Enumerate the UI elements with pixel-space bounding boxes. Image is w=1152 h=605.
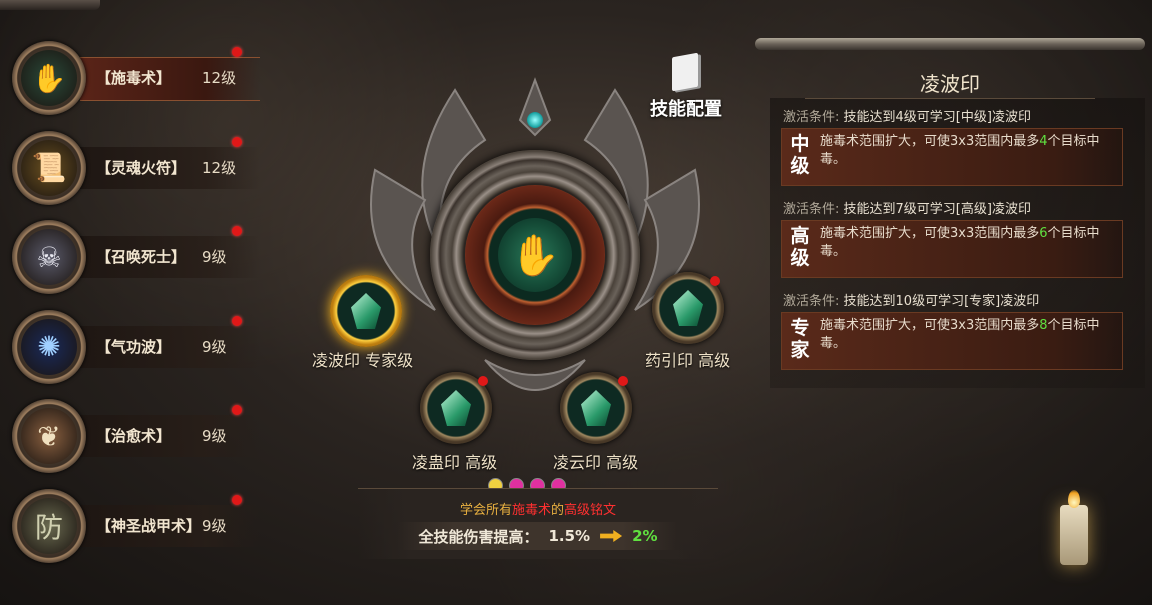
learn-suffix: 高级铭文 <box>564 503 617 518</box>
skill-name: 【施毒术】 <box>96 69 172 87</box>
skill-item[interactable]: ✺ 【气功波】 9级 <box>12 309 260 384</box>
tier-badge: 中级 <box>790 133 810 177</box>
red-dot-indicator <box>232 226 242 236</box>
skill-level: 12级 <box>202 69 237 87</box>
activation-condition: 激活条件: 技能达到10级可学习[专家]凌波印 <box>783 290 1039 309</box>
skill-level: 9级 <box>202 516 227 535</box>
condition-key: 激活条件: <box>783 110 840 125</box>
tier-card: 高级 施毒术范围扩大，可使3x3范围内最多6个目标中毒。 <box>781 220 1123 278</box>
tier-card: 中级 施毒术范围扩大，可使3x3范围内最多4个目标中毒。 <box>781 128 1123 186</box>
desc-pre: 施毒术范围扩大，可使3x3范围内最多 <box>820 226 1040 241</box>
skill-level: 12级 <box>202 158 237 177</box>
desc-pre: 施毒术范围扩大，可使3x3范围内最多 <box>820 318 1040 333</box>
activation-condition: 激活条件: 技能达到4级可学习[中级]凌波印 <box>783 106 1031 125</box>
node-lingbo-label: 凌波印 专家级 <box>312 351 414 370</box>
inscription-detail-panel: 凌波印 激活条件: 技能达到4级可学习[中级]凌波印 中级 施毒术范围扩大，可使3x… <box>755 38 1145 388</box>
skill-level: 9级 <box>202 337 227 356</box>
panel-title: 凌波印 <box>920 72 980 96</box>
red-dot-indicator <box>618 376 628 386</box>
red-dot-indicator <box>710 276 720 286</box>
node-yaoyin-label: 药引印 高级 <box>645 351 731 370</box>
skill-config-label: 技能配置 <box>650 99 722 120</box>
node-lingyun[interactable] <box>560 372 632 444</box>
tier-description: 施毒术范围扩大，可使3x3范围内最多6个目标中毒。 <box>820 225 1120 261</box>
talisman-icon: 📜 <box>21 139 77 196</box>
learn-skill-name: 施毒术 <box>511 503 551 518</box>
node-linggu[interactable] <box>420 372 492 444</box>
candle-flame <box>1068 490 1080 508</box>
target-count: 8 <box>1039 318 1048 333</box>
skeleton-icon: ☠ <box>21 229 77 285</box>
target-count: 4 <box>1039 134 1048 149</box>
red-dot-indicator <box>232 136 242 147</box>
skill-name: 【灵魂火符】 <box>96 158 187 177</box>
red-dot-indicator <box>232 47 242 57</box>
book-icon <box>672 52 698 92</box>
skill-name: 【召唤死士】 <box>96 248 187 266</box>
skill-item[interactable]: ❦ 【治愈术】 9级 <box>12 399 260 473</box>
energy-wave-icon: ✺ <box>21 318 77 375</box>
skill-config-button[interactable]: 技能配置 <box>650 52 740 125</box>
node-lingyun-label: 凌云印 高级 <box>553 453 639 472</box>
emblem-top-gem <box>527 112 543 128</box>
red-dot-indicator <box>232 494 242 505</box>
node-lingbo[interactable] <box>330 275 402 347</box>
scroll-rod <box>755 38 1145 50</box>
tier-description: 施毒术范围扩大，可使3x3范围内最多4个目标中毒。 <box>820 133 1120 169</box>
tier-description: 施毒术范围扩大，可使3x3范围内最多8个目标中毒。 <box>820 317 1120 353</box>
tier-badge: 专家 <box>790 317 810 361</box>
damage-to-value: 2% <box>632 527 658 545</box>
skill-item[interactable]: ☠ 【召唤死士】 9级 <box>12 220 260 294</box>
tier-badge: 高级 <box>790 225 810 269</box>
skill-name: 【治愈术】 <box>96 427 172 445</box>
top-tab-strip <box>0 0 100 10</box>
damage-from-value: 1.5% <box>548 527 591 545</box>
poison-hand-icon: ✋ <box>21 50 77 106</box>
poison-hand-core-icon: ✋ <box>498 218 572 292</box>
condition-key: 激活条件: <box>783 202 840 217</box>
target-count: 6 <box>1039 226 1048 241</box>
skill-item[interactable]: 防【神圣战甲术】 9级 <box>12 488 260 563</box>
heal-leaf-icon: ❦ <box>21 408 77 464</box>
bonus-panel: 学会所有施毒术的高级铭文 全技能伤害提高： 1.5% 2% <box>358 488 718 559</box>
condition-text: 技能达到10级可学习[专家]凌波印 <box>843 294 1040 309</box>
red-dot-indicator <box>478 376 488 386</box>
activation-condition: 激活条件: 技能达到7级可学习[高级]凌波印 <box>783 198 1031 217</box>
crystal-icon <box>673 290 703 326</box>
skill-name: 【气功波】 <box>96 337 172 356</box>
node-yaoyin[interactable] <box>652 272 724 344</box>
condition-text: 技能达到7级可学习[高级]凌波印 <box>843 202 1031 217</box>
skill-item[interactable]: 📜 【灵魂火符】 12级 <box>12 130 260 205</box>
skill-level: 9级 <box>202 248 227 266</box>
learn-requirement-text: 学会所有施毒术的高级铭文 <box>358 499 718 518</box>
candle-decoration <box>1060 505 1088 565</box>
shield-armor-icon: 防 <box>21 497 77 554</box>
crystal-icon <box>441 390 471 426</box>
damage-bonus-bar: 全技能伤害提高： 1.5% 2% <box>398 522 678 550</box>
crystal-icon <box>351 293 381 329</box>
desc-pre: 施毒术范围扩大，可使3x3范围内最多 <box>820 134 1040 149</box>
learn-prefix: 学会所有 <box>459 503 512 518</box>
skill-item[interactable]: ✋ 【施毒术】 12级 <box>12 41 260 115</box>
red-dot-indicator <box>232 405 242 415</box>
skill-name: 【神圣战甲术】 <box>96 516 202 535</box>
condition-text: 技能达到4级可学习[中级]凌波印 <box>843 110 1031 125</box>
crystal-icon <box>581 390 611 426</box>
tier-card: 专家 施毒术范围扩大，可使3x3范围内最多8个目标中毒。 <box>781 312 1123 370</box>
learn-mid: 的 <box>551 503 565 518</box>
condition-key: 激活条件: <box>783 294 840 309</box>
arrow-right-icon <box>600 530 623 542</box>
node-linggu-label: 凌蛊印 高级 <box>412 453 498 472</box>
damage-label: 全技能伤害提高： <box>418 527 539 546</box>
skill-level: 9级 <box>202 427 227 445</box>
red-dot-indicator <box>232 315 242 326</box>
